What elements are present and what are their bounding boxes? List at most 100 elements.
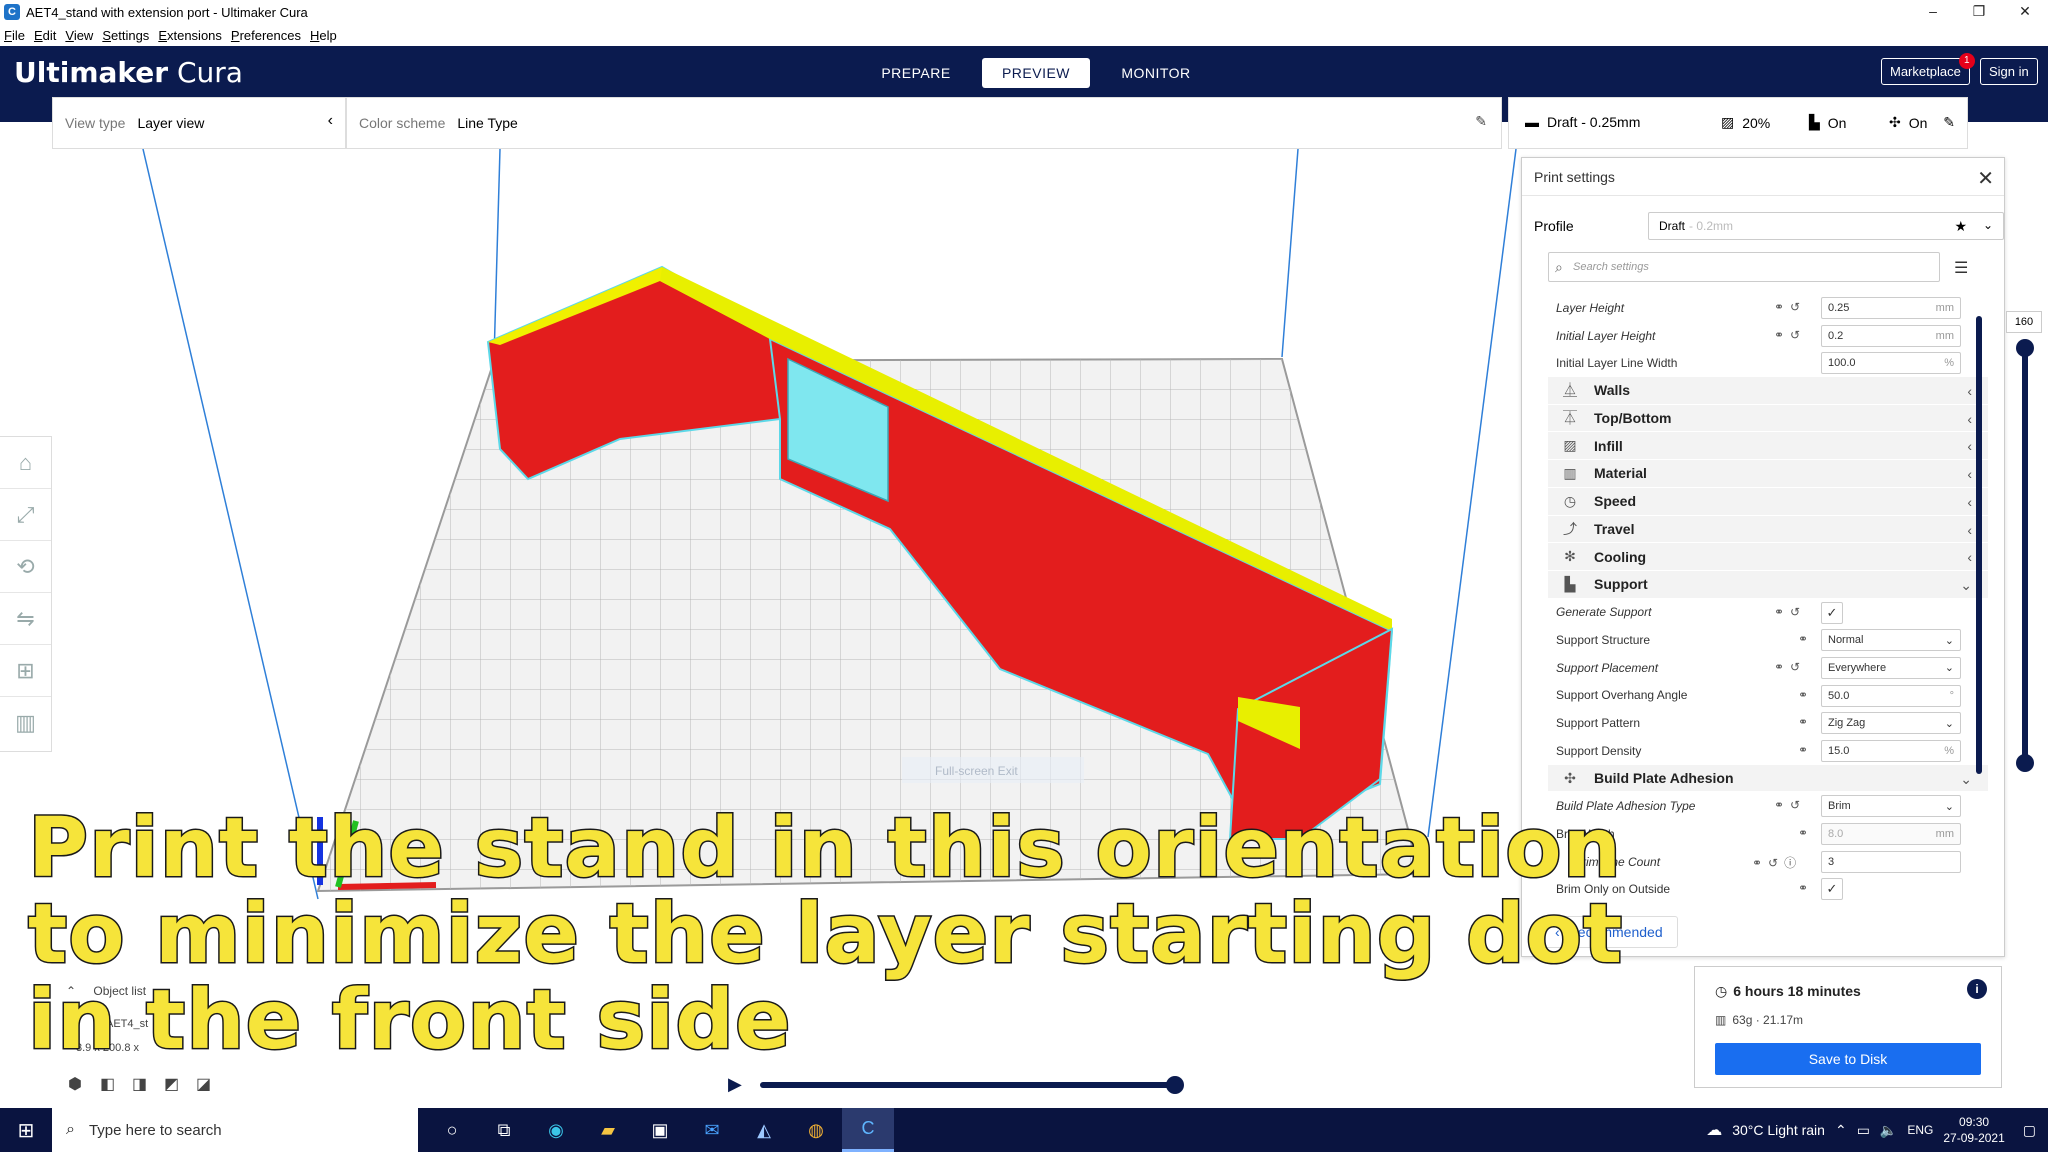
category-walls[interactable]: ⏅ Walls ‹ — [1548, 377, 1988, 405]
brim-only-outside-checkbox[interactable]: ✓ — [1821, 878, 1843, 901]
mirror-tool-icon[interactable]: ⇋ — [0, 593, 51, 645]
layer-slider-top-handle[interactable] — [2016, 339, 2034, 357]
menu-preferences[interactable]: Preferences — [227, 28, 306, 43]
tab-monitor[interactable]: MONITOR — [1102, 58, 1210, 88]
tab-preview[interactable]: PREVIEW — [982, 58, 1090, 88]
front-view-icon[interactable]: ◧ — [100, 1074, 115, 1094]
caption-line-2: to minimize the layer starting dot — [26, 887, 1624, 982]
support-overhang-angle-field[interactable]: 50.0 ° — [1821, 684, 1961, 707]
pencil-icon[interactable]: ✎ — [1943, 114, 1955, 131]
menu-file[interactable]: File — [0, 28, 30, 43]
category-infill[interactable]: ▨ Infill ‹ — [1548, 432, 1988, 461]
setting-support-structure: Support Structure ⚭ Normal ⌄ — [1548, 626, 1988, 654]
settings-scrollbar[interactable] — [1976, 316, 1982, 774]
info-icon[interactable]: i — [1967, 979, 1987, 999]
save-to-disk-button[interactable]: Save to Disk — [1715, 1043, 1981, 1075]
path-slider-track[interactable] — [760, 1082, 1176, 1088]
menu-edit[interactable]: Edit — [30, 28, 61, 43]
layer-height-field[interactable]: 0.25 mm — [1821, 297, 1961, 319]
category-support[interactable]: ▙ Support ⌄ — [1548, 570, 1988, 599]
brim-line-count-field[interactable]: 3 — [1821, 850, 1961, 873]
clock[interactable]: 09:30 27-09-2021 — [1943, 1114, 2004, 1146]
scale-tool-icon[interactable]: ⤢ — [0, 489, 51, 541]
notifications-icon[interactable]: ▢ — [2023, 1122, 2036, 1139]
per-model-settings-icon[interactable]: ⊞ — [0, 645, 51, 697]
settings-visibility-menu-icon[interactable]: ☰ — [1954, 258, 1968, 278]
speed-icon: ◷ — [1563, 492, 1577, 509]
restore-button[interactable]: ❐ — [1956, 0, 2002, 24]
support-density-field[interactable]: 15.0% — [1821, 740, 1961, 762]
play-icon[interactable]: ▶ — [728, 1074, 742, 1095]
adhesion-type-select[interactable]: Brim ⌄ — [1821, 795, 1961, 818]
cortana-icon[interactable]: ○ — [426, 1108, 478, 1152]
category-cooling[interactable]: ✻ Cooling ‹ — [1548, 543, 1988, 571]
menu-bar: File Edit View Settings Extensions Prefe… — [0, 24, 2048, 46]
print-setup-bar[interactable]: ▬ Draft - 0.25mm ▨ 20% ▙ On ✣ On ✎ — [1508, 97, 1968, 149]
close-icon[interactable]: ✕ — [1977, 166, 1994, 191]
close-window-button[interactable]: ✕ — [2002, 0, 2048, 24]
color-scheme-bar[interactable]: Color scheme Line Type ✎ — [346, 97, 1502, 149]
menu-help[interactable]: Help — [306, 28, 342, 43]
store-icon[interactable]: ▣ — [634, 1108, 686, 1152]
window-title: AET4_stand with extension port - Ultimak… — [26, 4, 308, 20]
chevron-left-icon: ‹ — [1967, 493, 1972, 510]
category-material[interactable]: ▥ Material ‹ — [1548, 460, 1988, 488]
mail-icon[interactable]: ✉ — [686, 1108, 738, 1152]
app-icon[interactable]: ◭ — [738, 1108, 790, 1152]
layer-slider-track[interactable] — [2022, 348, 2028, 766]
support-structure-select[interactable]: Normal ⌄ — [1821, 629, 1961, 652]
profile-dropdown[interactable]: Draft - 0.2mm ★ ⌄ — [1648, 212, 2004, 240]
volume-icon[interactable]: 🔈 — [1880, 1122, 1897, 1139]
3d-view-icon[interactable]: ⬢ — [68, 1074, 82, 1094]
menu-view[interactable]: View — [61, 28, 98, 43]
language-indicator[interactable]: ENG — [1907, 1123, 1933, 1137]
chevron-left-icon[interactable]: ‹ — [328, 112, 333, 130]
notification-badge: 1 — [1958, 53, 1975, 69]
edge-icon[interactable]: ◉ — [530, 1108, 582, 1152]
search-settings-input[interactable]: ⌕ Search settings — [1548, 252, 1940, 282]
tab-prepare[interactable]: PREPARE — [862, 58, 970, 88]
windows-start-icon[interactable]: ⊞ — [0, 1108, 52, 1152]
cura-app-icon: C — [4, 4, 20, 20]
weather-text[interactable]: 30°C Light rain — [1732, 1122, 1825, 1138]
file-explorer-icon[interactable]: ▰ — [582, 1108, 634, 1152]
support-placement-select[interactable]: Everywhere ⌄ — [1821, 656, 1961, 679]
marketplace-button[interactable]: Marketplace 1 — [1881, 53, 1975, 85]
top-view-icon[interactable]: ◨ — [132, 1074, 147, 1094]
minimize-button[interactable]: – — [1910, 0, 1956, 24]
material-icon: ▥ — [1715, 1013, 1727, 1027]
pencil-icon[interactable]: ✎ — [1475, 113, 1487, 130]
view-type-bar[interactable]: View type Layer view ‹ — [52, 97, 346, 149]
category-travel[interactable]: ⤴ Travel ‹ — [1548, 515, 1988, 544]
initial-layer-height-field[interactable]: 0.2 mm — [1821, 324, 1961, 347]
layer-number-input[interactable]: 160 — [2006, 311, 2042, 333]
support-pattern-select[interactable]: Zig Zag ⌄ — [1821, 712, 1961, 735]
rotate-tool-icon[interactable]: ⟲ — [0, 541, 51, 593]
cura-taskbar-icon[interactable]: C — [842, 1108, 894, 1152]
chrome-icon[interactable]: ◍ — [790, 1108, 842, 1152]
move-tool-icon[interactable]: ⌂ — [0, 437, 51, 489]
chevron-up-icon[interactable]: ⌃ — [1835, 1122, 1847, 1139]
path-slider-handle[interactable] — [1166, 1076, 1184, 1094]
initial-layer-line-width-field[interactable]: 100.0% — [1821, 352, 1961, 375]
left-view-icon[interactable]: ◩ — [164, 1074, 179, 1094]
setting-generate-support: Generate Support ⚭↺ ✓ — [1548, 599, 1988, 627]
sign-in-button[interactable]: Sign in — [1980, 58, 2038, 85]
menu-extensions[interactable]: Extensions — [154, 28, 227, 43]
network-icon[interactable]: ▭ — [1857, 1122, 1870, 1139]
category-top-bottom[interactable]: ⏄ Top/Bottom ‹ — [1548, 404, 1988, 433]
layer-slider-bottom-handle[interactable] — [2016, 754, 2034, 772]
link-reset-icons: ⚭↺ — [1774, 604, 1807, 619]
generate-support-checkbox[interactable]: ✓ — [1821, 601, 1843, 624]
setting-support-pattern: Support Pattern ⚭ Zig Zag ⌄ — [1548, 709, 1988, 737]
category-speed[interactable]: ◷ Speed ‹ — [1548, 487, 1988, 516]
caption-line-3: in the front side — [26, 973, 792, 1068]
support-blocker-icon[interactable]: ▥ — [0, 697, 51, 749]
task-view-icon[interactable]: ⧉ — [478, 1108, 530, 1152]
brim-width-field[interactable]: 8.0 mm — [1821, 823, 1961, 846]
taskbar-search[interactable]: ⌕ Type here to search — [52, 1108, 418, 1152]
star-icon[interactable]: ★ — [1954, 218, 1967, 235]
menu-settings[interactable]: Settings — [98, 28, 154, 43]
category-build-plate-adhesion[interactable]: ✣ Build Plate Adhesion ⌄ — [1548, 764, 1988, 793]
right-view-icon[interactable]: ◪ — [196, 1074, 211, 1094]
